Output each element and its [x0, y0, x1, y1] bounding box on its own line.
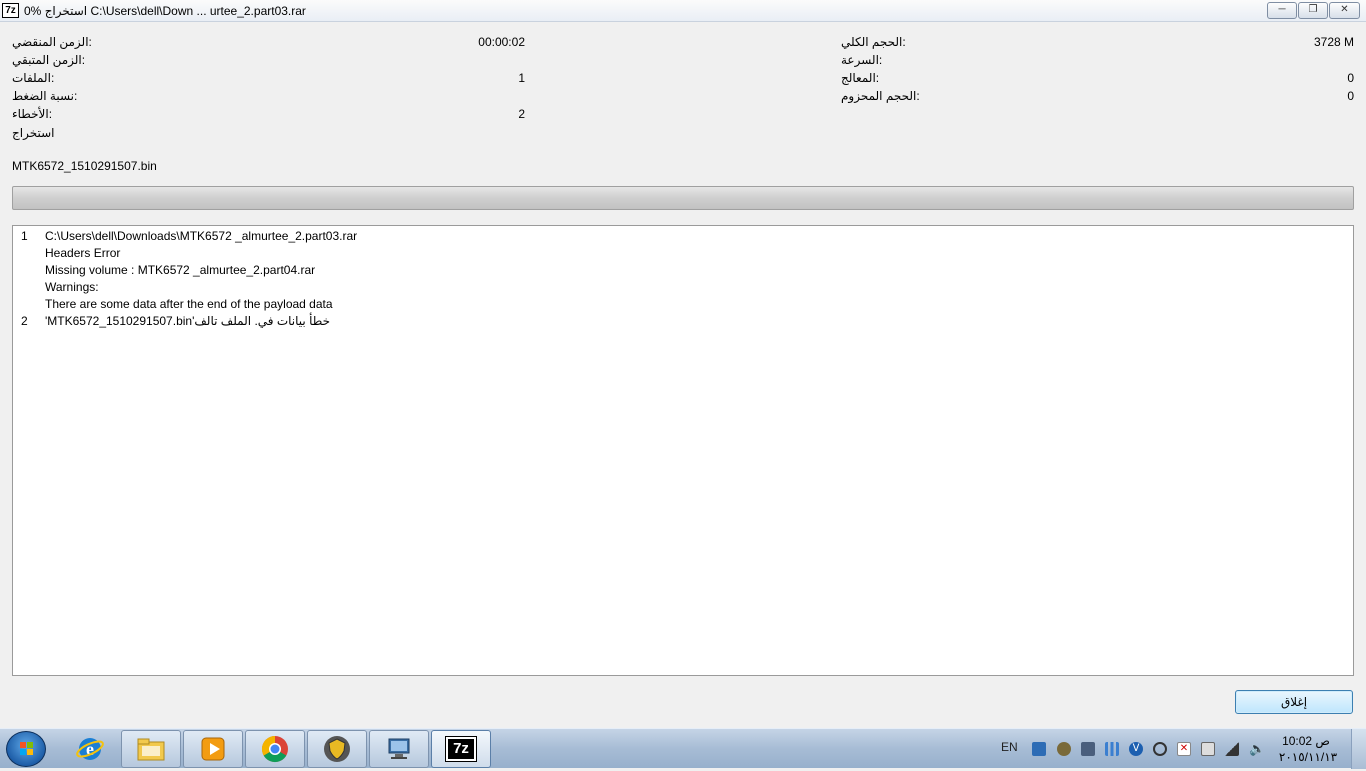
taskbar-chrome[interactable] — [245, 730, 305, 768]
log-number: 2 — [21, 314, 28, 328]
internet-explorer-icon: e — [76, 738, 104, 760]
tray-app-icon[interactable] — [1032, 742, 1046, 756]
speaker-icon[interactable]: 🔈 — [1249, 742, 1265, 756]
taskbar-ie[interactable]: e — [62, 730, 118, 768]
bluetooth-icon[interactable]: ᐯ — [1129, 742, 1143, 756]
packed-size-label: الحجم المحزوم: — [841, 89, 920, 103]
packed-size-value: 0 — [1347, 89, 1354, 103]
files-value: 1 — [518, 71, 525, 85]
elapsed-time-label: الزمن المنقضي: — [12, 35, 92, 49]
tray-monitor-icon[interactable] — [1081, 742, 1095, 756]
log-text: Missing volume : MTK6572 _almurtee_2.par… — [45, 263, 316, 277]
log-text: C:\Users\dell\Downloads\MTK6572 _almurte… — [45, 229, 358, 243]
close-button[interactable]: إغلاق — [1235, 690, 1353, 714]
remaining-time-label: الزمن المتبقي: — [12, 53, 86, 67]
language-indicator[interactable]: EN — [1001, 740, 1018, 754]
speed-label: السرعة: — [841, 53, 883, 67]
taskbar: e 7z EN ᐯ ✕ 🔈 ص 10:02 ٢٠١٥/١١/١٣ — [0, 728, 1366, 769]
flag-alert-icon[interactable]: ✕ — [1177, 742, 1191, 756]
compression-ratio-label: نسبة الضغط: — [12, 89, 78, 103]
maximize-button[interactable]: ❐ — [1298, 2, 1328, 19]
processed-label: المعالج: — [841, 71, 880, 85]
taskbar-network-app[interactable] — [369, 730, 429, 768]
minimize-button[interactable]: ─ — [1267, 2, 1297, 19]
start-button[interactable] — [6, 731, 46, 767]
log-text: Warnings: — [45, 280, 99, 294]
minimize-icon: ─ — [1278, 4, 1286, 15]
close-icon: ✕ — [1340, 4, 1349, 15]
taskbar-7zip[interactable]: 7z — [431, 730, 491, 768]
taskbar-security[interactable] — [307, 730, 367, 768]
log-text: Headers Error — [45, 246, 121, 260]
signal-strength-icon[interactable] — [1225, 742, 1239, 756]
tray-security-icon[interactable] — [1057, 742, 1071, 756]
show-desktop-button[interactable] — [1351, 729, 1366, 769]
processed-value: 0 — [1347, 71, 1354, 85]
operation-label: استخراج — [12, 126, 55, 140]
windows-logo-icon — [20, 742, 33, 755]
security-shield-icon — [324, 736, 350, 762]
7zip-icon: 7z — [445, 736, 477, 762]
log-text: There are some data after the end of the… — [45, 297, 333, 311]
errors-value: 2 — [518, 107, 525, 121]
files-label: الملفات: — [12, 71, 55, 85]
tray-audio-meter-icon[interactable] — [1105, 742, 1119, 756]
clock-date[interactable]: ٢٠١٥/١١/١٣ — [1276, 750, 1340, 764]
progress-bar — [12, 186, 1354, 210]
elapsed-time-value: 00:00:02 — [478, 35, 525, 49]
window-title: 0% استخراج C:\Users\dell\Down ... urtee_… — [24, 4, 306, 18]
taskbar-media-player[interactable] — [183, 730, 243, 768]
title-bar[interactable]: 7z 0% استخراج C:\Users\dell\Down ... urt… — [0, 0, 1366, 22]
clock-time[interactable]: ص 10:02 — [1276, 734, 1336, 748]
7zip-app-icon: 7z — [2, 3, 19, 18]
log-text: 'MTK6572_1510291507.bin'خطأ بيانات في. ا… — [45, 314, 331, 328]
total-size-value: 3728 M — [1313, 35, 1354, 49]
wifi-broadcast-icon[interactable] — [1153, 742, 1167, 756]
taskbar-explorer[interactable] — [121, 730, 181, 768]
close-window-button[interactable]: ✕ — [1329, 2, 1360, 19]
message-log[interactable]: 1 C:\Users\dell\Downloads\MTK6572 _almur… — [12, 225, 1354, 676]
restore-icon: ❐ — [1308, 4, 1318, 15]
total-size-label: الحجم الكلي: — [841, 35, 906, 49]
log-number: 1 — [21, 229, 28, 243]
explorer-folder-icon — [137, 738, 165, 761]
network-app-icon — [388, 738, 410, 759]
chrome-icon — [261, 735, 288, 763]
current-file-name: MTK6572_1510291507.bin — [12, 159, 157, 173]
media-player-icon — [201, 737, 225, 761]
power-plug-icon[interactable] — [1201, 742, 1215, 756]
errors-label: الأخطاء: — [12, 107, 53, 121]
